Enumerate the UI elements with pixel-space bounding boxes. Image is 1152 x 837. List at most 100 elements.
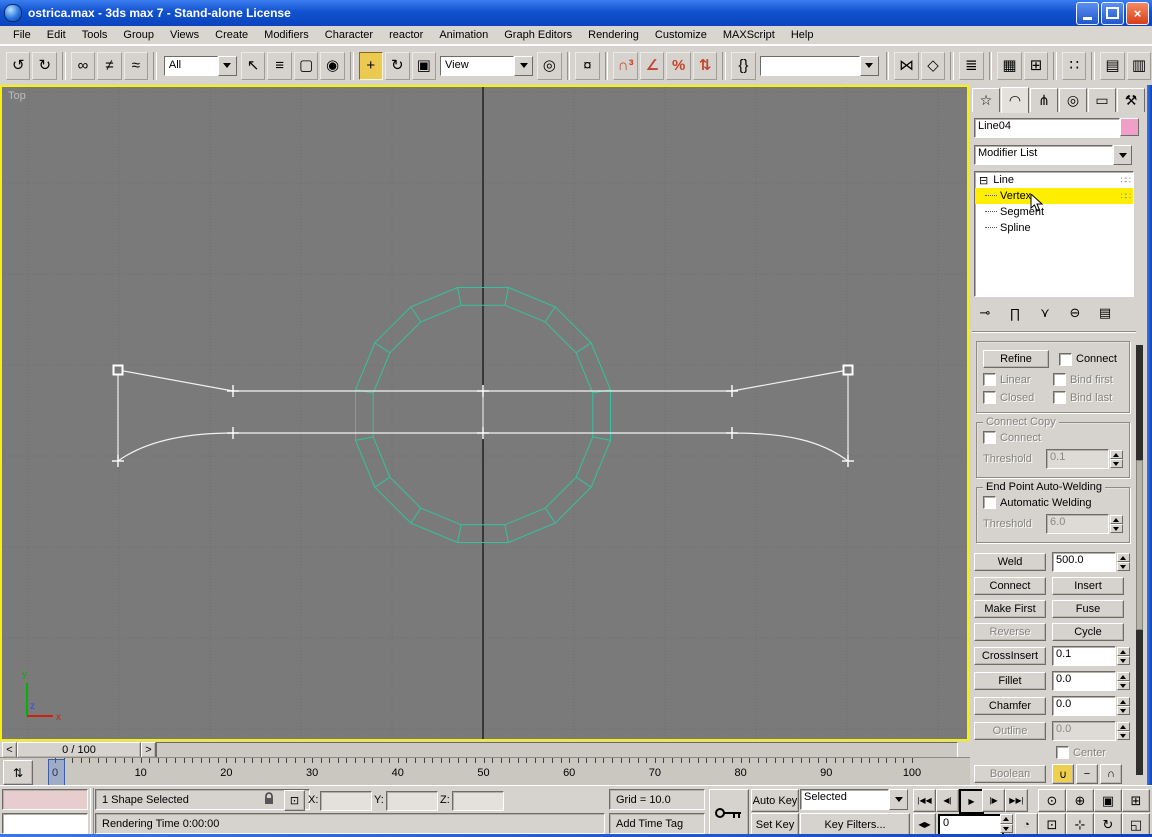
menu-item-create[interactable]: Create [207, 27, 256, 44]
tab-display[interactable]: ▭ [1088, 88, 1116, 112]
auto-key-button[interactable]: Auto Key [751, 789, 799, 812]
menu-item-character[interactable]: Character [317, 27, 381, 44]
object-name-input[interactable]: Line04 [974, 118, 1120, 138]
select-and-link-icon[interactable]: ∞ [71, 52, 95, 80]
vertex-plus-marker[interactable] [227, 385, 239, 397]
schematic-view-icon[interactable]: ⊞ [1024, 52, 1048, 80]
y-coordinate-field[interactable] [386, 791, 438, 811]
set-key-mode-button[interactable] [709, 789, 749, 836]
connect-button[interactable]: Connect [974, 577, 1046, 595]
first-vertex-marker[interactable] [844, 366, 853, 375]
vertex-plus-marker[interactable] [477, 385, 489, 397]
open-mini-curve-editor-button[interactable]: ⇅ [3, 760, 33, 785]
undo-icon[interactable]: ↺ [6, 52, 30, 80]
menu-item-file[interactable]: File [5, 27, 39, 44]
fillet-button[interactable]: Fillet [974, 672, 1046, 690]
tab-hierarchy[interactable]: ⋔ [1030, 88, 1058, 112]
automatic-welding-checkbox[interactable] [983, 496, 996, 509]
cross-insert-spinner[interactable] [1117, 647, 1130, 665]
listener-splitter[interactable] [90, 788, 94, 835]
outline-spinner[interactable] [1117, 722, 1130, 740]
connect-checkbox[interactable] [1059, 353, 1072, 366]
bind-to-space-warp-icon[interactable]: ≈ [124, 52, 148, 80]
min-max-toggle-button[interactable]: ◱ [1122, 813, 1150, 836]
rectangular-selection-icon[interactable]: ▢ [294, 52, 318, 80]
add-time-tag[interactable]: Add Time Tag [609, 813, 705, 834]
vertex-plus-marker[interactable] [726, 385, 738, 397]
weld-threshold-field[interactable]: 500.0 [1052, 552, 1116, 572]
frame-spinner[interactable] [1000, 814, 1013, 833]
arc-rotate-button[interactable]: ↻ [1094, 813, 1122, 836]
chevron-down-icon[interactable] [860, 56, 879, 76]
spinner-snap-icon[interactable]: ⇅ [693, 52, 717, 80]
remove-modifier-icon[interactable]: ⊖ [1064, 303, 1086, 323]
absolute-offset-toggle[interactable]: ⊡ [284, 790, 305, 811]
go-to-start-button[interactable]: |◀◀ [913, 789, 936, 812]
set-key-button[interactable]: Set Key [751, 813, 799, 836]
render-setup-icon[interactable]: ▤ [1100, 52, 1124, 80]
menu-item-customize[interactable]: Customize [647, 27, 715, 44]
redo-icon[interactable]: ↻ [32, 52, 56, 80]
outline-button[interactable]: Outline [974, 722, 1046, 740]
go-to-end-button[interactable]: ▶▶| [1005, 789, 1028, 812]
minimize-button[interactable] [1076, 2, 1099, 25]
insert-button[interactable]: Insert [1052, 577, 1124, 595]
fillet-field[interactable]: 0.0 [1052, 671, 1116, 691]
zoom-button[interactable]: ⊙ [1038, 789, 1066, 812]
stack-row-spline[interactable]: Spline [975, 220, 1133, 236]
next-frame-button[interactable]: |▶ [982, 789, 1005, 812]
use-pivot-center-icon[interactable]: ◎ [537, 52, 561, 80]
panel-scrollbar[interactable] [1136, 345, 1143, 775]
vertex-plus-marker[interactable] [112, 455, 124, 467]
stack-row-line[interactable]: ⊟ Line ∷∷ [975, 172, 1133, 188]
make-first-button[interactable]: Make First [974, 600, 1046, 618]
vertex-plus-marker[interactable] [726, 427, 738, 439]
connect-copy-checkbox[interactable] [983, 431, 996, 444]
menu-item-animation[interactable]: Animation [431, 27, 496, 44]
select-and-move-icon[interactable]: + [359, 52, 383, 80]
chamfer-field[interactable]: 0.0 [1052, 696, 1116, 716]
weld-button[interactable]: Weld [974, 553, 1046, 571]
menu-item-reactor[interactable]: reactor [381, 27, 431, 44]
chevron-down-icon[interactable] [889, 789, 908, 810]
configure-modifier-sets-icon[interactable]: ▤ [1094, 303, 1116, 323]
key-filter-dropdown[interactable]: Selected [800, 789, 908, 810]
close-button[interactable]: × [1126, 2, 1149, 25]
connect-copy-threshold-field[interactable]: 0.1 [1046, 449, 1109, 469]
current-frame-field[interactable]: 0 [938, 814, 1004, 836]
select-object-icon[interactable]: ↖ [241, 52, 265, 80]
viewport-canvas[interactable]: Top y z x [0, 85, 969, 741]
pan-button[interactable]: ⊹ [1066, 813, 1094, 836]
object-color-swatch[interactable] [1120, 118, 1139, 136]
expand-icon[interactable]: ⊟ [979, 174, 988, 187]
material-editor-icon[interactable]: ∷ [1062, 52, 1086, 80]
time-slider-track[interactable] [156, 742, 958, 758]
select-and-rotate-icon[interactable]: ↻ [385, 52, 409, 80]
cycle-button[interactable]: Cycle [1052, 623, 1124, 641]
menu-item-modifiers[interactable]: Modifiers [256, 27, 317, 44]
unlink-selection-icon[interactable]: ≠ [97, 52, 121, 80]
selection-lock-toggle[interactable] [262, 791, 279, 809]
bind-last-checkbox[interactable] [1053, 391, 1066, 404]
current-frame-indicator[interactable] [48, 759, 65, 786]
vertex-plus-marker[interactable] [227, 427, 239, 439]
tab-create[interactable]: ☆ [972, 88, 1000, 112]
epaw-threshold-field[interactable]: 6.0 [1046, 514, 1109, 534]
timeline-ruler[interactable]: 0102030405060708090100 [34, 758, 958, 786]
key-filters-button[interactable]: Key Filters... [800, 813, 910, 836]
menu-item-tools[interactable]: Tools [74, 27, 116, 44]
boolean-button[interactable]: Boolean [974, 765, 1046, 783]
chevron-down-icon[interactable] [514, 56, 533, 76]
layer-manager-icon[interactable]: ≣ [959, 52, 983, 80]
panel-scrollbar-thumb[interactable] [1136, 460, 1143, 630]
previous-frame-button[interactable]: ◀| [936, 789, 959, 812]
closed-checkbox[interactable] [983, 391, 996, 404]
modifier-stack[interactable]: ⊟ Line ∷∷ Vertex ∷∷ Segment Spline [974, 171, 1134, 297]
named-selection-dropdown[interactable] [760, 56, 879, 76]
maxscript-mini-listener-white[interactable] [2, 813, 88, 834]
render-last-icon[interactable]: ▥ [1127, 52, 1151, 80]
center-checkbox[interactable] [1056, 746, 1069, 759]
weld-spinner[interactable] [1117, 553, 1130, 571]
first-vertex-marker[interactable] [114, 366, 123, 375]
percent-snap-icon[interactable]: % [666, 52, 690, 80]
